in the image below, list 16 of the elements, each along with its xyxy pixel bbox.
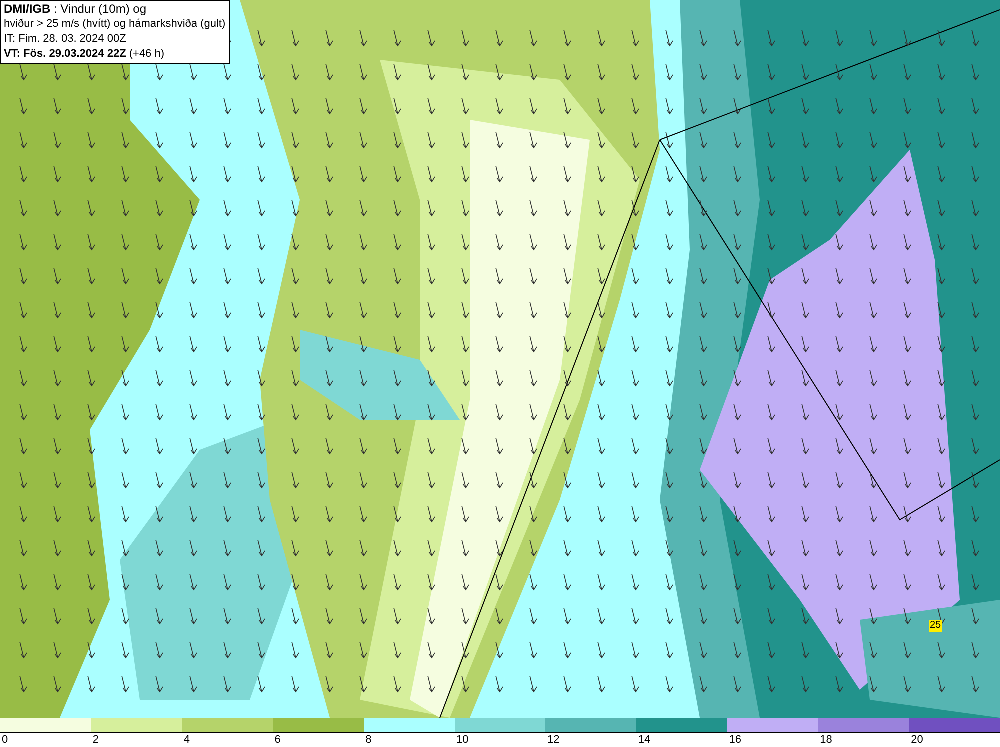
legend-label: 10 — [456, 734, 469, 746]
title-line: IT: Fim. 28. 03. 2024 00Z — [4, 32, 128, 47]
legend-label: 16 — [728, 734, 742, 746]
legend-label: 12 — [546, 734, 560, 746]
legend-label: 8 — [364, 734, 372, 746]
legend-label: 20 — [910, 734, 924, 746]
legend-label: 4 — [182, 734, 190, 746]
title-line: VT: Fös. 29.03.2024 22Z (+46 h) — [4, 47, 166, 62]
legend-label: 6 — [274, 734, 281, 746]
legend-label: 2 — [92, 734, 100, 746]
legend-label: 0 — [1, 734, 8, 746]
title-line: hviður > 25 m/s (hvítt) og hámarkshviða (gult) — [4, 17, 226, 32]
gust-marker: 25 — [929, 620, 942, 632]
legend-label: 18 — [819, 734, 832, 746]
title-line: DMI/IGB : Vindur (10m) og — [4, 2, 148, 17]
legend-label: 14 — [637, 734, 651, 746]
